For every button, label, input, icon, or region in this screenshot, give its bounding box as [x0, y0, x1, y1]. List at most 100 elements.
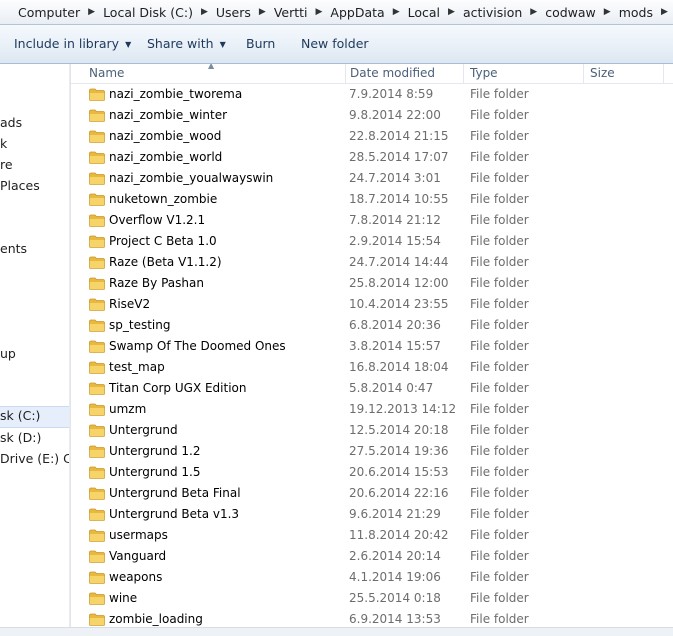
file-date-modified: 25.5.2014 0:18 [349, 591, 441, 605]
nav-item-drive-e[interactable]: Drive (E:) CC [0, 449, 70, 469]
table-row[interactable]: Untergrund Beta v1.3 9.6.2014 21:29 File f… [71, 504, 673, 525]
chevron-right-icon[interactable]: ▶ [602, 7, 613, 17]
table-row[interactable]: Raze By Pashan 25.8.2014 12:00 File folder [71, 273, 673, 294]
table-row[interactable]: sp_testing 6.8.2014 20:36 File folder [71, 315, 673, 336]
address-bar[interactable]: Computer ▶ Local Disk (C:) ▶ Users ▶ Vertti ▶ Ap… [0, 0, 673, 25]
nav-item-downloads[interactable]: ads [0, 113, 22, 133]
column-header-name[interactable]: Name [83, 64, 346, 83]
file-type: File folder [470, 108, 529, 122]
navigation-pane[interactable]: ads k re Places ents up sk (C:) sk (D:) … [0, 64, 71, 635]
file-date-modified: 2.9.2014 15:54 [349, 234, 441, 248]
file-date-modified: 3.8.2014 15:57 [349, 339, 441, 353]
file-list[interactable]: Name ▲ Date modified Type Size nazi_zomb… [71, 64, 673, 635]
share-with-button[interactable]: Share with ▼ [147, 35, 226, 53]
file-type: File folder [470, 192, 529, 206]
chevron-down-icon: ▼ [125, 40, 132, 49]
chevron-right-icon[interactable]: ▶ [257, 7, 268, 17]
file-name: RiseV2 [109, 297, 151, 311]
folder-icon [89, 235, 105, 248]
column-header-size[interactable]: Size [584, 64, 664, 83]
file-name: test_map [109, 360, 165, 374]
file-type: File folder [470, 507, 529, 521]
table-row[interactable]: Project C Beta 1.0 2.9.2014 15:54 File fol… [71, 231, 673, 252]
table-row[interactable]: umzm 19.12.2013 14:12 File folder [71, 399, 673, 420]
chevron-right-icon[interactable]: ▶ [528, 7, 539, 17]
breadcrumb-item[interactable]: Users ▶ [210, 5, 268, 20]
nav-item-recent-places[interactable]: Places [0, 176, 40, 196]
table-row[interactable]: nazi_zombie_world 28.5.2014 17:07 File fol… [71, 147, 673, 168]
nav-item-local-disk-c[interactable]: sk (C:) [0, 406, 69, 428]
nav-item-documents[interactable]: ents [0, 239, 27, 259]
file-type: File folder [470, 444, 529, 458]
table-row[interactable]: weapons 4.1.2014 19:06 File folder [71, 567, 673, 588]
file-type: File folder [470, 297, 529, 311]
table-row[interactable]: nazi_zombie_youalwayswin 24.7.2014 3:01 Fi… [71, 168, 673, 189]
file-type: File folder [470, 570, 529, 584]
table-row[interactable]: Raze (Beta V1.1.2) 24.7.2014 14:44 File fo… [71, 252, 673, 273]
chevron-right-icon[interactable]: ▶ [446, 7, 457, 17]
chevron-down-icon: ▼ [219, 40, 226, 49]
table-row[interactable]: nazi_zombie_winter 9.8.2014 22:00 File fol… [71, 105, 673, 126]
table-row[interactable]: Overflow V1.2.1 7.8.2014 21:12 File folder [71, 210, 673, 231]
breadcrumb-item[interactable]: Local ▶ [402, 5, 457, 20]
nav-item-favorite[interactable]: re [0, 155, 13, 175]
breadcrumb-item[interactable]: Computer ▶ [0, 5, 97, 20]
include-in-library-button[interactable]: Include in library ▼ [14, 35, 131, 53]
table-row[interactable]: Untergrund 1.2 27.5.2014 19:36 File folder [71, 441, 673, 462]
chevron-right-icon[interactable]: ▶ [391, 7, 402, 17]
breadcrumb-item[interactable]: codwaw ▶ [539, 5, 612, 20]
nav-item-local-disk-d[interactable]: sk (D:) [0, 428, 41, 448]
file-type: File folder [470, 591, 529, 605]
column-header-type[interactable]: Type [464, 64, 584, 83]
file-name: usermaps [109, 528, 168, 542]
column-header-row: Name ▲ Date modified Type Size [71, 64, 673, 84]
chevron-right-icon[interactable]: ▶ [199, 7, 210, 17]
file-date-modified: 24.7.2014 3:01 [349, 171, 441, 185]
file-name: Vanguard [109, 549, 167, 563]
file-date-modified: 9.8.2014 22:00 [349, 108, 441, 122]
folder-icon [89, 256, 105, 269]
table-row[interactable]: Untergrund 12.5.2014 20:18 File folder [71, 420, 673, 441]
nav-item-homegroup[interactable]: up [0, 344, 16, 364]
table-row[interactable]: usermaps 11.8.2014 20:42 File folder [71, 525, 673, 546]
file-name: Raze (Beta V1.1.2) [109, 255, 222, 269]
column-header-date[interactable]: Date modified [344, 64, 464, 83]
file-type: File folder [470, 213, 529, 227]
table-row[interactable]: Swamp Of The Doomed Ones 3.8.2014 15:57 Fi… [71, 336, 673, 357]
burn-button[interactable]: Burn [246, 35, 275, 53]
folder-icon [89, 88, 105, 101]
table-row[interactable]: Vanguard 2.6.2014 20:14 File folder [71, 546, 673, 567]
breadcrumb-item[interactable]: Vertti ▶ [268, 5, 325, 20]
breadcrumb-item[interactable]: mods ▶ [613, 5, 670, 20]
table-row[interactable]: nuketown_zombie 18.7.2014 10:55 File folde… [71, 189, 673, 210]
breadcrumb-item[interactable]: activision ▶ [457, 5, 539, 20]
breadcrumb-item[interactable]: AppData ▶ [324, 5, 401, 20]
file-type: File folder [470, 360, 529, 374]
table-row[interactable]: wine 25.5.2014 0:18 File folder [71, 588, 673, 609]
folder-icon [89, 445, 105, 458]
chevron-right-icon[interactable]: ▶ [314, 7, 325, 17]
chevron-right-icon[interactable]: ▶ [86, 7, 97, 17]
table-row[interactable]: test_map 16.8.2014 18:04 File folder [71, 357, 673, 378]
file-type: File folder [470, 381, 529, 395]
file-date-modified: 20.6.2014 15:53 [349, 465, 449, 479]
table-row[interactable]: Titan Corp UGX Edition 5.8.2014 0:47 File … [71, 378, 673, 399]
file-date-modified: 28.5.2014 17:07 [349, 150, 449, 164]
folder-icon [89, 466, 105, 479]
table-row[interactable]: nazi_zombie_tworema 7.9.2014 8:59 File fol… [71, 84, 673, 105]
folder-icon [89, 340, 105, 353]
table-row[interactable]: Untergrund 1.5 20.6.2014 15:53 File folder [71, 462, 673, 483]
table-row[interactable]: nazi_zombie_wood 22.8.2014 21:15 File fold… [71, 126, 673, 147]
breadcrumb-item[interactable]: Local Disk (C:) ▶ [97, 5, 210, 20]
new-folder-button[interactable]: New folder [301, 35, 369, 53]
file-date-modified: 20.6.2014 22:16 [349, 486, 449, 500]
file-name: Untergrund Beta v1.3 [109, 507, 240, 521]
file-type: File folder [470, 402, 529, 416]
breadcrumb-item-label: Local Disk (C:) [103, 4, 193, 20]
table-row[interactable]: RiseV2 10.4.2014 23:55 File folder [71, 294, 673, 315]
table-row[interactable]: Untergrund Beta Final 20.6.2014 22:16 File… [71, 483, 673, 504]
file-date-modified: 7.9.2014 8:59 [349, 87, 434, 101]
chevron-right-icon[interactable]: ▶ [659, 7, 670, 17]
nav-item-desktop[interactable]: k [0, 134, 7, 154]
folder-icon [89, 508, 105, 521]
